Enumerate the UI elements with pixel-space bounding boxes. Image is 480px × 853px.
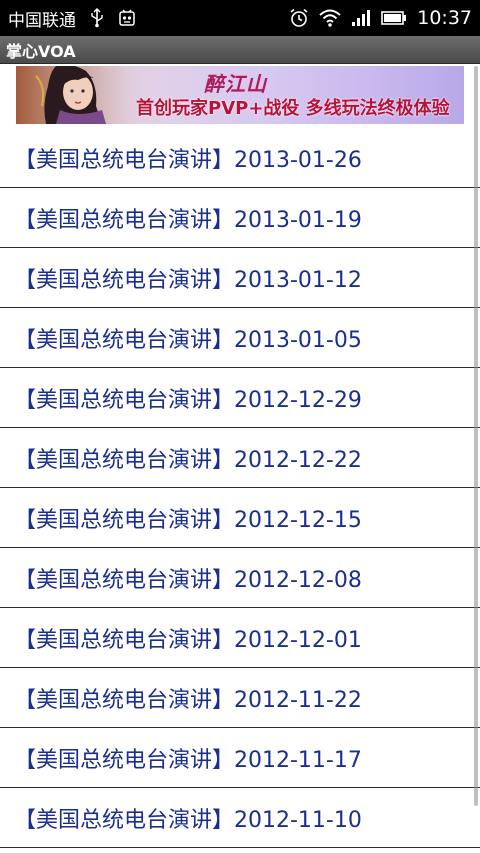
list-item[interactable]: 【美国总统电台演讲】2013-01-12 (0, 248, 480, 308)
status-right: 10:37 (289, 7, 480, 29)
battery-icon (381, 10, 407, 26)
banner-slogan: 首创玩家PVP+战役 多线玩法终极体验 (136, 98, 450, 119)
wifi-icon (319, 9, 341, 27)
list-item[interactable]: 【美国总统电台演讲】2012-12-08 (0, 548, 480, 608)
app-title: 掌心VOA (6, 41, 76, 61)
list-item[interactable]: 【美国总统电台演讲】2013-01-05 (0, 308, 480, 368)
list-item[interactable]: 【美国总统电台演讲】2012-11-10 (0, 788, 480, 848)
list-item[interactable]: 【美国总统电台演讲】2012-11-17 (0, 728, 480, 788)
list-scrollbar[interactable] (474, 66, 478, 806)
notification-app-icon (118, 9, 136, 27)
episode-list: 【美国总统电台演讲】2013-01-26 【美国总统电台演讲】2013-01-1… (0, 128, 480, 848)
list-item[interactable]: 【美国总统电台演讲】2012-12-15 (0, 488, 480, 548)
clock-time: 10:37 (417, 7, 472, 29)
list-item[interactable]: 【美国总统电台演讲】2012-12-01 (0, 608, 480, 668)
signal-icon (351, 9, 371, 27)
banner-logo: 醉江山 (204, 72, 267, 96)
app-title-bar: 掌心VOA (0, 36, 480, 64)
status-left: 中国联通 (0, 6, 136, 31)
list-item[interactable]: 【美国总统电台演讲】2012-12-22 (0, 428, 480, 488)
status-bar: 中国联通 10:37 (0, 0, 480, 36)
usb-icon (90, 8, 104, 28)
ad-banner[interactable]: 醉江山 首创玩家PVP+战役 多线玩法终极体验 (16, 66, 464, 124)
list-item[interactable]: 【美国总统电台演讲】2013-01-26 (0, 128, 480, 188)
list-item[interactable]: 【美国总统电台演讲】2013-01-19 (0, 188, 480, 248)
carrier-label: 中国联通 (8, 10, 76, 31)
alarm-icon (289, 8, 309, 28)
list-item[interactable]: 【美国总统电台演讲】2012-11-22 (0, 668, 480, 728)
list-item[interactable]: 【美国总统电台演讲】2012-12-29 (0, 368, 480, 428)
